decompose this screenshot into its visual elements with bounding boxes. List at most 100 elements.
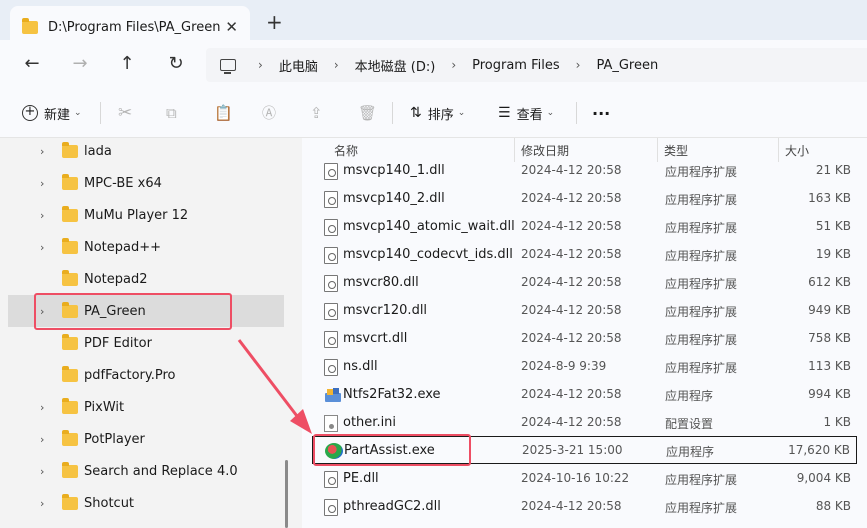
sidebar-item-label: MPC-BE x64 [84, 175, 162, 191]
address-bar[interactable]: › 此电脑 › 本地磁盘 (D:) › Program Files › PA_G… [206, 48, 867, 82]
cut-button[interactable]: ✂ [118, 88, 132, 138]
dll-icon [324, 191, 338, 208]
up-button[interactable]: ↑ [115, 53, 139, 74]
folder-icon [62, 365, 78, 382]
computer-icon [220, 59, 236, 74]
sort-button[interactable]: ⇅ 排序 ⌄ [410, 88, 465, 138]
breadcrumb-pa-green[interactable]: PA_Green [596, 58, 658, 73]
file-date: 2024-4-12 20:58 [521, 247, 622, 261]
file-size: 949 KB [808, 303, 851, 317]
sidebar-item-pdffactory[interactable]: pdfFactory.Pro [8, 359, 284, 391]
sidebar-item-pdf-editor[interactable]: PDF Editor [8, 327, 284, 359]
dll-icon [324, 219, 338, 236]
more-options-button[interactable]: ··· [592, 88, 610, 138]
forward-button[interactable]: → [68, 53, 92, 74]
sidebar-item-notepad2[interactable]: Notepad2 [8, 263, 284, 295]
dll-icon [324, 359, 338, 376]
chevron-right-icon: › [333, 58, 339, 72]
file-row[interactable]: msvcp140_1.dll 2024-4-12 20:58 应用程序扩展 21… [312, 157, 857, 185]
file-size: 163 KB [808, 191, 851, 205]
dll-icon [324, 471, 338, 488]
sidebar-item-mumu[interactable]: › MuMu Player 12 [8, 199, 284, 231]
file-date: 2024-4-12 20:58 [521, 191, 622, 205]
sidebar-item-notepadpp[interactable]: › Notepad++ [8, 231, 284, 263]
breadcrumb-program-files[interactable]: Program Files [472, 58, 560, 73]
folder-icon [62, 237, 78, 254]
sidebar-item-label: pdfFactory.Pro [84, 367, 176, 383]
file-row[interactable]: Ntfs2Fat32.exe 2024-4-12 20:58 应用程序 994 … [312, 381, 857, 409]
chevron-right-icon[interactable]: › [40, 145, 44, 158]
file-type: 应用程序扩展 [665, 249, 738, 263]
new-tab-button[interactable]: + [266, 12, 283, 32]
file-size: 9,004 KB [796, 471, 851, 485]
file-date: 2024-4-12 20:58 [521, 499, 622, 513]
file-name: PE.dll [343, 471, 379, 486]
sort-icon: ⇅ [410, 105, 422, 121]
file-type: 应用程序扩展 [665, 473, 738, 487]
breadcrumb-drive-d[interactable]: 本地磁盘 (D:) [355, 56, 436, 75]
folder-icon [62, 269, 78, 286]
file-row[interactable]: msvcp140_codecvt_ids.dll 2024-4-12 20:58… [312, 241, 857, 269]
file-row[interactable]: pthreadGC2.dll 2024-4-12 20:58 应用程序扩展 88… [312, 493, 857, 521]
chevron-right-icon[interactable]: › [40, 209, 44, 222]
file-row[interactable]: other.ini 2024-4-12 20:58 配置设置 1 KB [312, 409, 857, 437]
file-name: msvcr120.dll [343, 303, 428, 318]
chevron-right-icon: › [258, 58, 263, 72]
file-name: msvcp140_2.dll [343, 191, 445, 206]
chevron-right-icon[interactable]: › [40, 497, 44, 510]
file-row[interactable]: msvcp140_2.dll 2024-4-12 20:58 应用程序扩展 16… [312, 185, 857, 213]
sidebar-item-label: MuMu Player 12 [84, 207, 189, 223]
file-name: msvcrt.dll [343, 331, 408, 346]
file-type: 应用程序扩展 [665, 305, 738, 319]
file-size: 1 KB [823, 415, 851, 429]
sidebar-item-mpc-be[interactable]: › MPC-BE x64 [8, 167, 284, 199]
chevron-right-icon[interactable]: › [40, 433, 44, 446]
close-tab-icon[interactable]: ✕ [225, 18, 238, 36]
file-type: 应用程序扩展 [665, 361, 738, 375]
chevron-right-icon[interactable]: › [40, 241, 44, 254]
file-row[interactable]: msvcr80.dll 2024-4-12 20:58 应用程序扩展 612 K… [312, 269, 857, 297]
chevron-right-icon[interactable]: › [40, 465, 44, 478]
file-row[interactable]: msvcrt.dll 2024-4-12 20:58 应用程序扩展 758 KB [312, 325, 857, 353]
delete-button[interactable]: 🗑 [358, 88, 377, 138]
folder-icon [62, 461, 78, 478]
file-row[interactable]: ns.dll 2024-8-9 9:39 应用程序扩展 113 KB [312, 353, 857, 381]
new-button[interactable]: + 新建 ⌄ [22, 88, 82, 138]
file-date: 2024-10-16 10:22 [521, 471, 630, 485]
file-type: 应用程序扩展 [665, 221, 738, 235]
share-button[interactable]: ⇪ [310, 88, 323, 138]
rename-button[interactable]: Ⓐ [262, 88, 276, 138]
sidebar-item-shotcut[interactable]: › Shotcut [8, 487, 284, 519]
chevron-right-icon[interactable]: › [40, 401, 44, 414]
file-row[interactable]: PE.dll 2024-10-16 10:22 应用程序扩展 9,004 KB [312, 465, 857, 493]
file-date: 2024-4-12 20:58 [521, 331, 622, 345]
file-size: 88 KB [815, 499, 851, 513]
file-name: ns.dll [343, 359, 378, 374]
file-row[interactable]: msvcr120.dll 2024-4-12 20:58 应用程序扩展 949 … [312, 297, 857, 325]
sidebar-item-label: Notepad2 [84, 271, 148, 287]
view-list-icon: ☰ [498, 105, 511, 121]
refresh-button[interactable]: ↻ [164, 53, 188, 74]
file-type: 应用程序扩展 [665, 501, 738, 515]
address-row: ← → ↑ ↻ › 此电脑 › 本地磁盘 (D:) › Program File… [0, 40, 867, 88]
paste-button[interactable]: 📋 [214, 88, 233, 138]
back-button[interactable]: ← [20, 53, 44, 74]
highlight-box-partassist [313, 434, 471, 466]
chevron-right-icon[interactable]: › [40, 177, 44, 190]
sidebar-item-search-replace[interactable]: › Search and Replace 4.0 [8, 455, 284, 487]
breadcrumb-this-pc[interactable]: 此电脑 [279, 56, 318, 75]
file-size: 17,620 KB [788, 443, 850, 457]
folder-icon [62, 141, 78, 158]
sidebar-item-lada[interactable]: › lada [8, 138, 284, 167]
view-button[interactable]: ☰ 查看 ⌄ [498, 88, 554, 138]
tab-title: D:\Program Files\PA_Green [48, 19, 221, 35]
copy-button[interactable]: ⧉ [166, 88, 177, 138]
file-size: 113 KB [808, 359, 851, 373]
file-row[interactable]: msvcp140_atomic_wait.dll 2024-4-12 20:58… [312, 213, 857, 241]
sidebar-item-pixwit[interactable]: › PixWit [8, 391, 284, 423]
dll-icon [324, 499, 338, 516]
file-type: 应用程序扩展 [665, 165, 738, 179]
sidebar-item-potplayer[interactable]: › PotPlayer [8, 423, 284, 455]
sidebar-scrollbar[interactable] [285, 460, 288, 528]
highlight-box-pa-green [34, 293, 232, 330]
